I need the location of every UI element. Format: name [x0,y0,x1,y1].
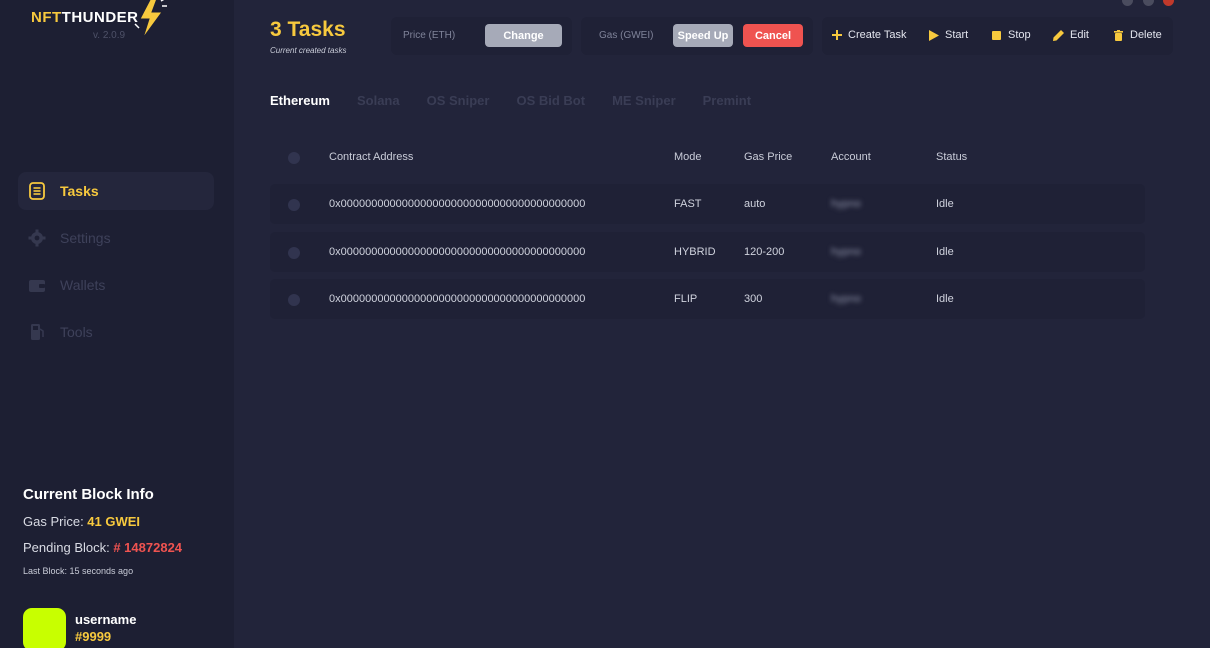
task-status: Idle [936,293,954,305]
table-row[interactable]: 0x00000000000000000000000000000000000000… [270,232,1145,272]
pencil-icon [1053,29,1064,41]
column-account: Account [831,151,871,163]
last-block-text: Last Block: 15 seconds ago [23,566,134,576]
page-title: 3 Tasks [270,18,346,41]
create-task-button[interactable]: Create Task [831,29,907,41]
gas-price-label: Gas Price: [23,514,88,529]
task-account: hypno [831,198,861,210]
plus-icon [831,30,842,41]
delete-label: Delete [1130,29,1162,41]
sidebar-item-label: Tasks [60,183,99,199]
play-icon [928,29,939,41]
start-button[interactable]: Start [928,29,968,41]
table-row[interactable]: 0x00000000000000000000000000000000000000… [270,279,1145,319]
tab-ethereum[interactable]: Ethereum [270,93,330,108]
user-tag: #9999 [75,629,112,644]
task-mode: FAST [674,198,702,210]
pending-block-label: Pending Block: [23,540,114,555]
table-header: Contract Address Mode Gas Price Account … [270,143,1145,171]
task-mode: FLIP [674,293,698,305]
gas-input[interactable]: Gas (GWEI) [599,30,653,41]
username: username [75,612,137,627]
row-select-checkbox[interactable] [288,199,300,211]
sidebar-item-tools[interactable]: Tools [18,313,214,351]
pending-block-value: # 14872824 [113,540,183,555]
create-task-label: Create Task [848,29,907,41]
stop-label: Stop [1008,29,1031,41]
table-row[interactable]: 0x00000000000000000000000000000000000000… [270,184,1145,224]
window-minimize-button[interactable] [1122,0,1133,6]
tab-solana[interactable]: Solana [357,93,400,108]
cancel-button[interactable]: Cancel [743,24,803,47]
sidebar-item-label: Settings [60,230,111,246]
gas-price-row: Gas Price: 41 GWEI [23,514,223,529]
sidebar-item-label: Wallets [60,277,106,293]
page-subtitle: Current created tasks [270,46,347,55]
stop-button[interactable]: Stop [991,29,1031,41]
sidebar: NFTTHUNDER v. 2.0.9 Tasks Settings Walle… [0,0,234,648]
row-select-checkbox[interactable] [288,294,300,306]
wallet-icon [28,276,46,294]
task-gas-price: 120-200 [744,246,785,258]
user-profile[interactable]: username #9999 [23,608,136,648]
tab-premint[interactable]: Premint [703,93,751,108]
task-toolbar: Create Task Start Stop Edit Delete [822,17,1173,55]
column-contract-address: Contract Address [329,151,414,163]
delete-button[interactable]: Delete [1113,29,1162,41]
sidebar-item-tasks[interactable]: Tasks [18,172,214,210]
task-status: Idle [936,246,954,258]
tab-os-bid-bot[interactable]: OS Bid Bot [516,93,585,108]
price-input[interactable]: Price (ETH) [403,30,455,41]
column-mode: Mode [674,151,702,163]
task-gas-price: 300 [744,293,763,305]
task-account: hypno [831,246,861,258]
task-gas-price: auto [744,198,766,210]
tab-os-sniper[interactable]: OS Sniper [427,93,490,108]
task-account: hypno [831,293,861,305]
contract-address: 0x00000000000000000000000000000000000000… [329,198,586,210]
logo-text: NFTTHUNDER [31,8,139,26]
avatar [23,608,66,648]
sidebar-item-wallets[interactable]: Wallets [18,266,214,304]
gas-pump-icon [28,323,46,341]
speed-up-button[interactable]: Speed Up [673,24,733,47]
change-button[interactable]: Change [485,24,562,47]
task-mode: HYBRID [674,246,716,258]
window-maximize-button[interactable] [1143,0,1154,6]
stop-icon [991,30,1002,41]
edit-button[interactable]: Edit [1053,29,1089,41]
sidebar-nav: Tasks Settings Wallets Tools [18,172,214,360]
app-logo: NFTTHUNDER [31,6,139,28]
select-all-checkbox[interactable] [288,152,300,164]
start-label: Start [945,29,969,41]
lightning-bolt-icon [134,0,167,39]
app-version: v. 2.0.9 [93,30,126,41]
contract-address: 0x00000000000000000000000000000000000000… [329,293,586,305]
pending-block-row: Pending Block: # 14872824 [23,540,223,555]
window-close-button[interactable] [1163,0,1174,6]
trash-icon [1113,29,1124,41]
task-status: Idle [936,198,954,210]
chain-tabs: Ethereum Solana OS Sniper OS Bid Bot ME … [270,93,778,108]
block-info-title: Current Block Info [23,486,154,503]
gear-icon [28,229,46,247]
column-status: Status [936,151,968,163]
edit-label: Edit [1070,29,1089,41]
gas-price-value: 41 GWEI [87,514,141,529]
tab-me-sniper[interactable]: ME Sniper [612,93,676,108]
sidebar-item-settings[interactable]: Settings [18,219,214,257]
sidebar-item-label: Tools [60,324,93,340]
column-gas-price: Gas Price [744,151,793,163]
contract-address: 0x00000000000000000000000000000000000000… [329,246,586,258]
current-block-info: Current Block Info Gas Price: 41 GWEI Pe… [23,486,223,576]
row-select-checkbox[interactable] [288,247,300,259]
tasks-icon [28,182,46,200]
